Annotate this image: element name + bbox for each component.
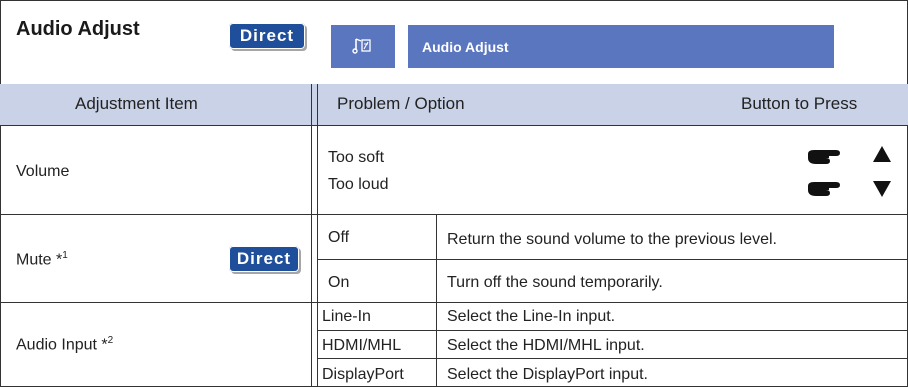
divider [311,84,312,387]
osd-menu-label: Audio Adjust [422,38,509,55]
header-button-to-press: Button to Press [741,94,858,113]
direct-badge: Direct [229,23,305,49]
header-problem-option: Problem / Option [337,94,465,113]
up-arrow-icon [873,146,891,162]
osd-menu-bar: Audio Adjust [408,25,834,68]
volume-too-loud: Too loud [328,176,389,193]
footnote-marker: 2 [107,335,114,346]
audio-input-label: Audio Input * [16,336,108,354]
volume-too-soft: Too soft [328,149,385,166]
row-volume-item: Volume [16,163,70,180]
row-audio-input-item: Audio Input *2 [16,335,113,354]
down-arrow-icon [873,181,891,197]
audio-note-icon [352,37,371,54]
mute-option-on: On [328,274,350,291]
divider [0,214,908,215]
pointing-hand-icon [808,150,840,164]
divider [0,302,908,303]
header-adjustment-item: Adjustment Item [75,94,198,113]
mute-label: Mute * [16,251,63,269]
page-title: Audio Adjust [16,18,140,40]
pointing-hand-icon [808,182,840,196]
mute-desc-on: Turn off the sound temporarily. [447,274,663,291]
divider [317,84,318,387]
audio-option-line-in: Line-In [322,308,371,325]
divider [436,214,437,387]
audio-desc-displayport: Select the DisplayPort input. [447,366,648,383]
mute-option-off: Off [328,229,350,246]
divider [317,358,908,359]
row-mute-item: Mute *1 [16,250,68,269]
audio-option-hdmi: HDMI/MHL [322,337,402,354]
direct-badge-mute: Direct [229,246,299,272]
osd-icon-box [331,25,395,68]
audio-option-displayport: DisplayPort [322,366,404,383]
divider [317,259,908,260]
mute-desc-off: Return the sound volume to the previous … [447,231,777,248]
footnote-marker: 1 [62,250,68,261]
divider [317,330,908,331]
divider [0,125,908,126]
audio-desc-hdmi: Select the HDMI/MHL input. [447,337,645,354]
audio-desc-line-in: Select the Line-In input. [447,308,616,325]
